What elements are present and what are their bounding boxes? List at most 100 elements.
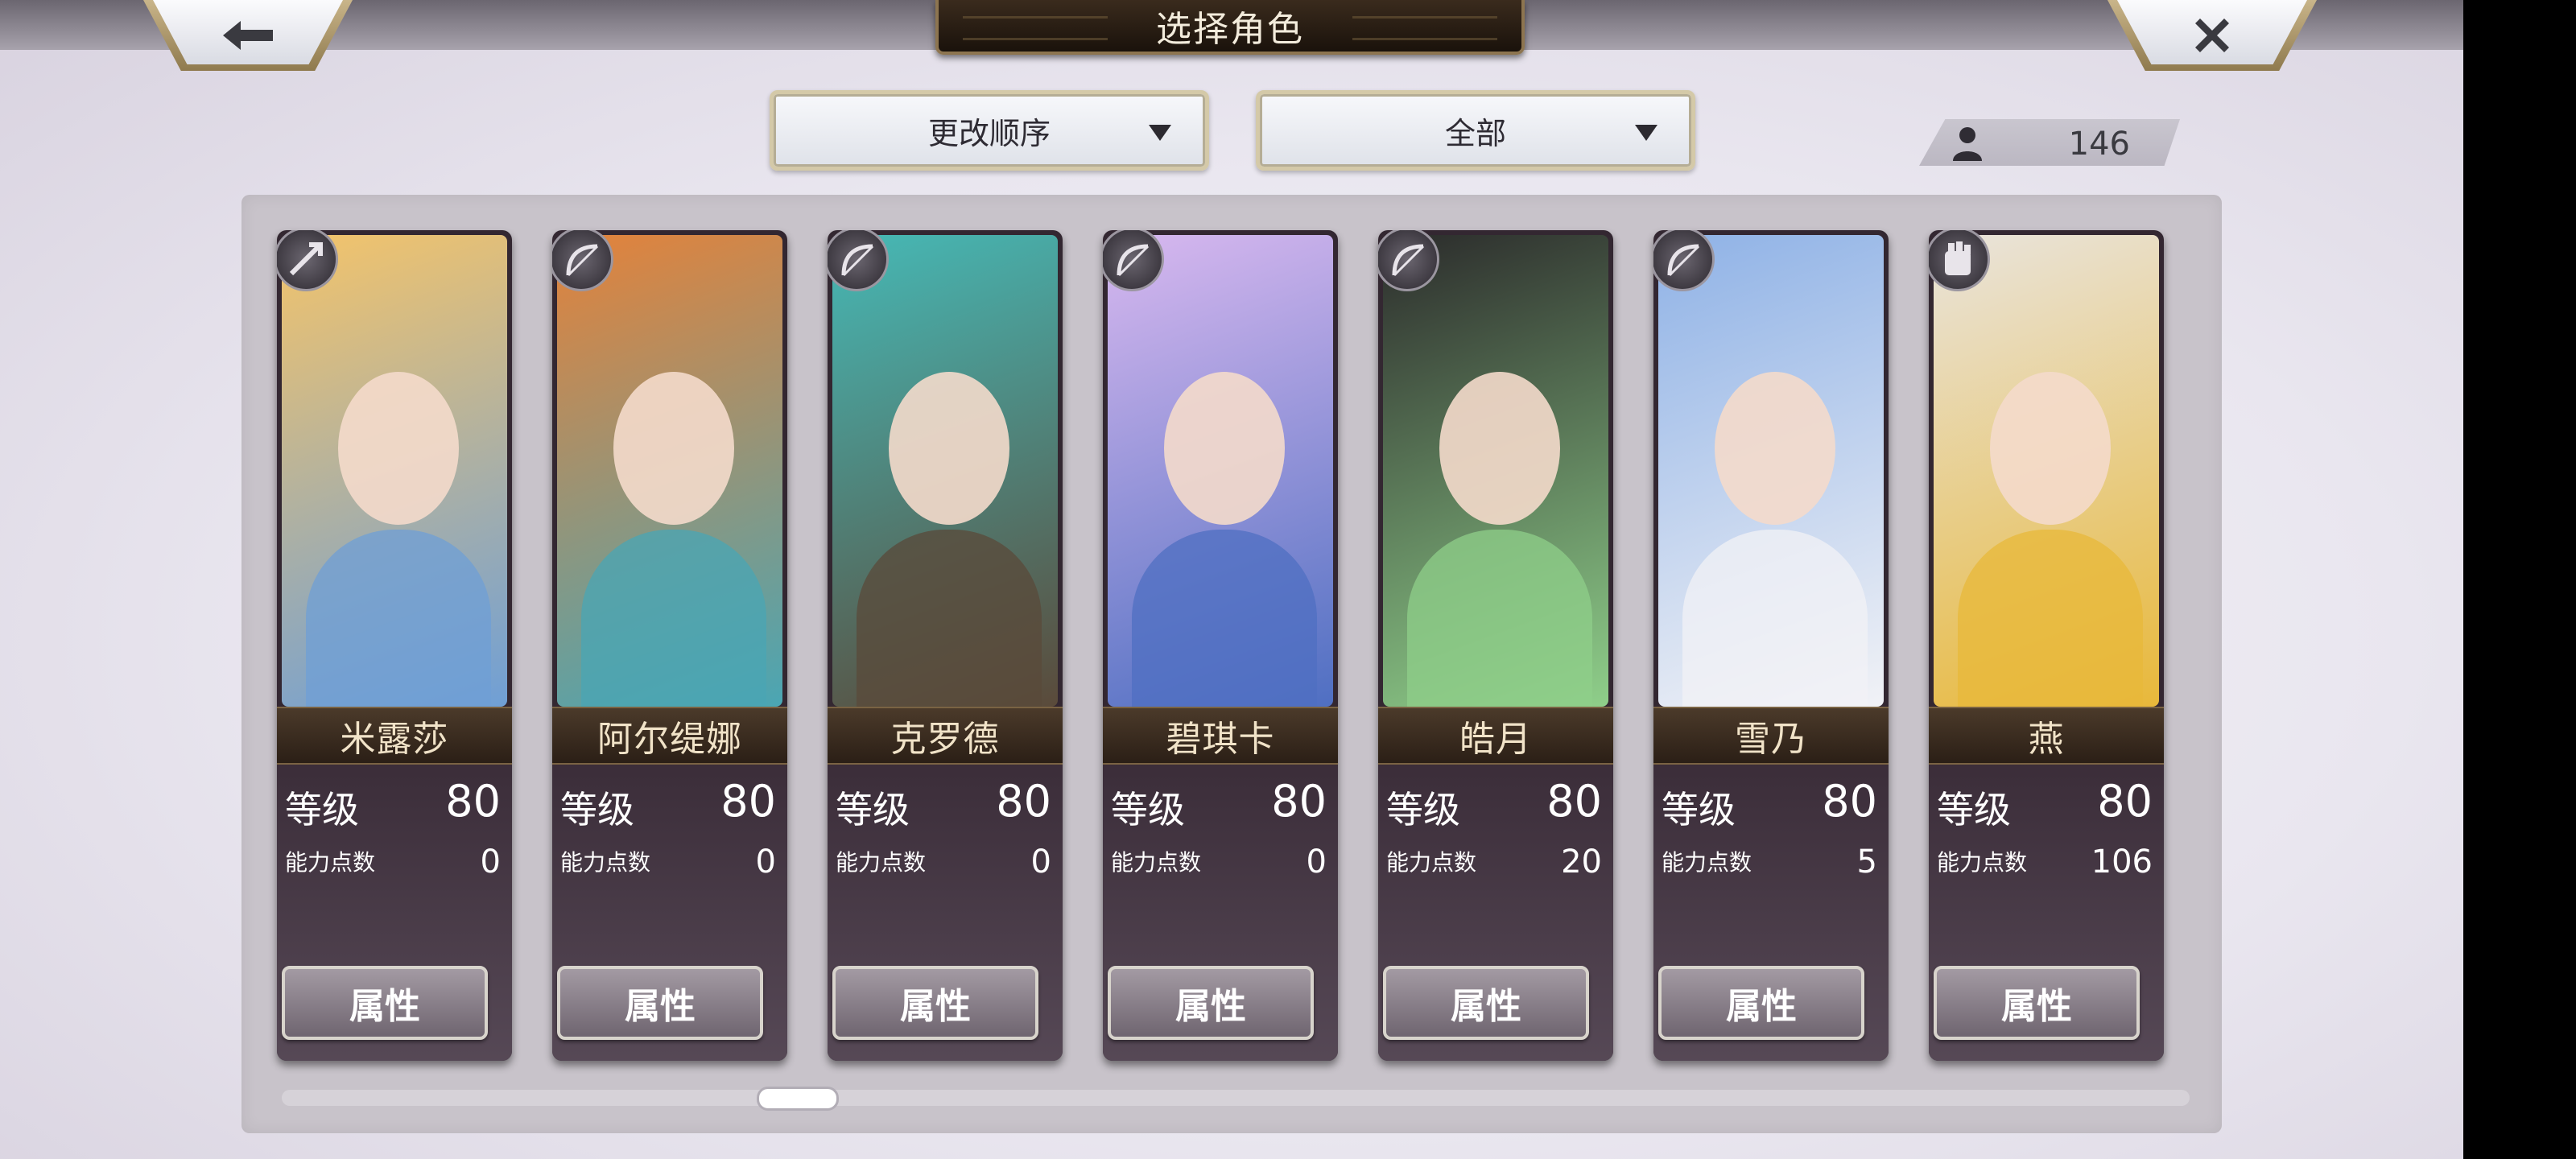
character-card[interactable]: 阿尔缇娜 等级 80 能力点数 0 属性 (552, 230, 787, 1061)
character-portrait (1934, 235, 2159, 707)
character-portrait (832, 235, 1058, 707)
attributes-button[interactable]: 属性 (1383, 966, 1589, 1040)
character-name: 克罗德 (890, 719, 1000, 760)
attributes-button-label: 属性 (900, 986, 971, 1027)
portrait-body (1407, 530, 1592, 707)
level-value: 80 (445, 776, 501, 827)
points-label: 能力点数 (1662, 849, 1752, 876)
portrait-body (1958, 530, 2143, 707)
attributes-button-label: 属性 (625, 986, 696, 1027)
bow-icon (552, 230, 613, 291)
portrait-body (857, 530, 1042, 707)
bow-icon (1653, 230, 1715, 291)
points-label: 能力点数 (836, 849, 927, 876)
page-title: 选择角色 (1156, 9, 1304, 50)
portrait-body (1682, 530, 1868, 707)
level-label: 等级 (560, 788, 634, 831)
bow-icon (1103, 230, 1164, 291)
character-stats: 等级 80 能力点数 106 属性 (1929, 765, 2164, 1061)
attributes-button-label: 属性 (1175, 986, 1246, 1027)
character-card[interactable]: 燕 等级 80 能力点数 106 属性 (1929, 230, 2164, 1061)
level-value: 80 (1271, 776, 1327, 827)
arrow-bow-icon (277, 230, 338, 291)
portrait-face (613, 372, 734, 525)
arrow-left-icon (223, 21, 273, 50)
points-value: 5 (1856, 843, 1877, 881)
portrait-face (1439, 372, 1560, 525)
character-name-banner: 碧琪卡 (1103, 707, 1338, 765)
character-name-banner: 燕 (1929, 707, 2164, 765)
level-label: 等级 (1937, 788, 2011, 831)
portrait-body (1132, 530, 1317, 707)
character-count-box: 146 (1919, 119, 2180, 166)
character-stats: 等级 80 能力点数 20 属性 (1378, 765, 1613, 1061)
character-card[interactable]: 雪乃 等级 80 能力点数 5 属性 (1653, 230, 1889, 1061)
level-label: 等级 (285, 788, 359, 831)
chevron-down-icon (1149, 125, 1171, 141)
portrait-body (581, 530, 766, 707)
points-label: 能力点数 (560, 849, 651, 876)
attributes-button[interactable]: 属性 (557, 966, 763, 1040)
portrait-face (1990, 372, 2111, 525)
attributes-button[interactable]: 属性 (1108, 966, 1314, 1040)
close-button[interactable] (2107, 0, 2317, 71)
screen: 选择角色 更改顺序 全部 146 米露莎 等级 80 能力点数 0 属性 阿尔缇… (0, 0, 2463, 1159)
character-name: 米露莎 (340, 719, 449, 760)
level-label: 等级 (1662, 788, 1736, 831)
character-name: 阿尔缇娜 (597, 719, 742, 760)
bow-icon (1378, 230, 1439, 291)
level-label: 等级 (836, 788, 910, 831)
filter-dropdown[interactable]: 全部 (1256, 90, 1695, 171)
attributes-button[interactable]: 属性 (1934, 966, 2140, 1040)
attributes-button-label: 属性 (1451, 986, 1521, 1027)
attributes-button-label: 属性 (1726, 986, 1797, 1027)
filter-dropdown-label: 全部 (1444, 115, 1506, 151)
back-button[interactable] (143, 0, 353, 71)
character-card[interactable]: 皓月 等级 80 能力点数 20 属性 (1378, 230, 1613, 1061)
points-value: 20 (1561, 843, 1602, 881)
portrait-face (1715, 372, 1835, 525)
points-value: 0 (755, 843, 776, 881)
portrait-face (338, 372, 459, 525)
character-stats: 等级 80 能力点数 0 属性 (277, 765, 512, 1061)
title-plate: 选择角色 (935, 0, 1525, 55)
bow-icon (828, 230, 889, 291)
character-name-banner: 皓月 (1378, 707, 1613, 765)
level-value: 80 (1546, 776, 1602, 827)
points-label: 能力点数 (1386, 849, 1477, 876)
attributes-button[interactable]: 属性 (282, 966, 488, 1040)
points-value: 0 (1306, 843, 1327, 881)
character-name: 雪乃 (1735, 719, 1807, 760)
character-portrait (1658, 235, 1884, 707)
character-name: 皓月 (1459, 719, 1532, 760)
character-count: 146 (2068, 126, 2130, 163)
attributes-button-label: 属性 (2001, 986, 2072, 1027)
level-value: 80 (720, 776, 776, 827)
gauntlet-icon (1929, 230, 1990, 291)
sort-dropdown-label: 更改顺序 (927, 115, 1051, 151)
character-name-banner: 雪乃 (1653, 707, 1889, 765)
points-label: 能力点数 (285, 849, 376, 876)
character-portrait (557, 235, 782, 707)
screen-edge (2463, 0, 2576, 1159)
character-card[interactable]: 米露莎 等级 80 能力点数 0 属性 (277, 230, 512, 1061)
scrollbar-thumb[interactable] (756, 1087, 839, 1111)
character-name: 碧琪卡 (1166, 719, 1275, 760)
character-stats: 等级 80 能力点数 0 属性 (552, 765, 787, 1061)
level-value: 80 (1822, 776, 1877, 827)
attributes-button[interactable]: 属性 (1658, 966, 1864, 1040)
portrait-face (1164, 372, 1285, 525)
character-card[interactable]: 碧琪卡 等级 80 能力点数 0 属性 (1103, 230, 1338, 1061)
level-value: 80 (996, 776, 1051, 827)
attributes-button[interactable]: 属性 (832, 966, 1038, 1040)
sort-dropdown[interactable]: 更改顺序 (770, 90, 1209, 171)
character-stats: 等级 80 能力点数 5 属性 (1653, 765, 1889, 1061)
attributes-button-label: 属性 (349, 986, 420, 1027)
chevron-down-icon (1635, 125, 1657, 141)
character-card[interactable]: 克罗德 等级 80 能力点数 0 属性 (828, 230, 1063, 1061)
character-stats: 等级 80 能力点数 0 属性 (828, 765, 1063, 1061)
horizontal-scrollbar[interactable] (282, 1090, 2190, 1106)
character-portrait (1108, 235, 1333, 707)
character-portrait (1383, 235, 1608, 707)
person-icon (1953, 127, 1982, 161)
